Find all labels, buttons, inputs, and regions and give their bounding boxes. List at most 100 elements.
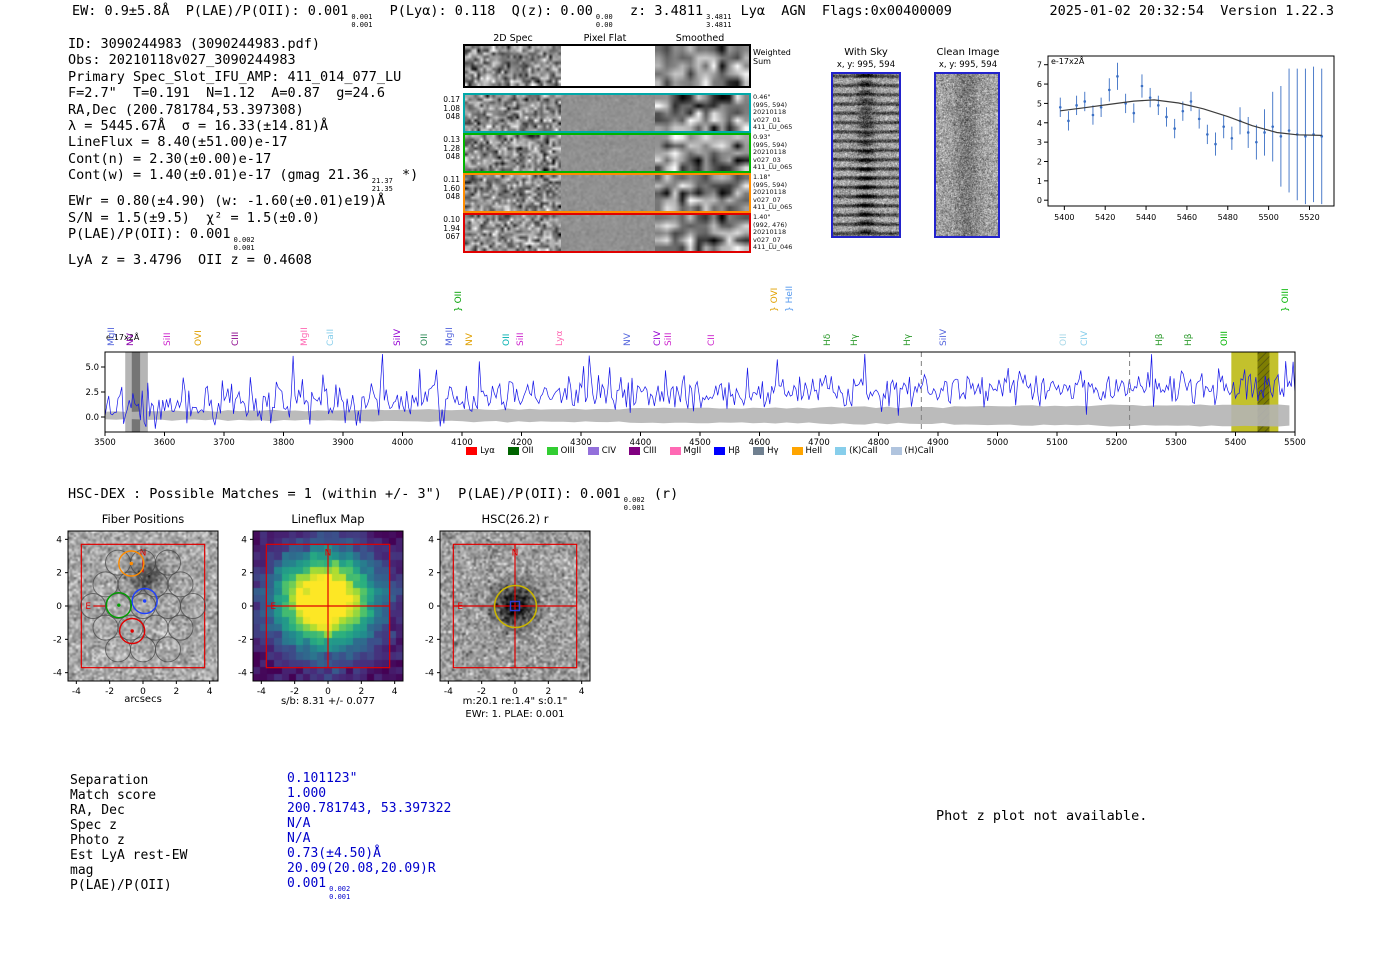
compass-east-label: E	[270, 602, 276, 612]
info-line-10: EWr = 0.80(±4.90) (w: -1.60(±0.01)e19)Å	[68, 193, 418, 209]
fiber-row-info: 1.18" (995, 594) 20210118 v027_07 411_LU_065	[753, 173, 792, 212]
timestamp-version: 2025-01-02 20:32:54 Version 1.22.3	[1049, 3, 1334, 19]
zoom-x-tick: 5500	[1258, 213, 1278, 222]
info-text: LineFlux = 8.40(±51.00)e-17	[68, 134, 288, 151]
hsc-plae-uncertainty: 0.002 0.001	[623, 496, 645, 512]
fiber-xlabel: arcsecs	[124, 694, 162, 705]
spectrum-y-tick: 0.0	[85, 413, 99, 423]
emission-line-label: } OIII	[1280, 288, 1291, 312]
zoom-y-tick: 5	[1037, 99, 1042, 108]
emission-line-label: MgII	[107, 327, 118, 346]
cutout-y-tick: 4	[241, 535, 247, 545]
spec2d-fiber-row	[463, 173, 751, 213]
stacked-uncertainty: 21.37 21.35	[371, 177, 393, 193]
legend-swatch	[507, 447, 519, 455]
info-line-12: P(LAE)/P(OII): 0.001 0.002 0.001	[68, 226, 418, 252]
lineflux_map-caption: s/b: 8.31 +/- 0.077	[280, 696, 376, 707]
clean-image-panel	[934, 72, 1000, 238]
info-text: LyA z = 3.4796 OII z = 0.4608	[68, 252, 312, 269]
legend-swatch	[669, 447, 681, 455]
fiber-row-weights: 0.10 1.94 067	[436, 215, 460, 242]
hsc_r-overlay: -4-4-2-2002244NE	[425, 530, 591, 697]
stacked-uncertainty: 0.002 0.001	[233, 236, 255, 252]
legend-item-kcaii: (K)CaII	[835, 446, 878, 456]
match-row-value: 1.000	[287, 786, 326, 802]
weighted-2d-spec-image	[465, 46, 561, 86]
match-row-label: Est LyA rest-EW	[70, 848, 188, 863]
match-value-text: 1.000	[287, 786, 327, 801]
match-row-label: Photo z	[70, 833, 125, 848]
emission-line-label: CIV	[652, 330, 663, 346]
match-row-value: N/A	[287, 816, 310, 832]
info-line-9: Cont(w) = 1.40(±0.01)e-17 (gmag 21.36 21.…	[68, 167, 418, 193]
info-text: Cont(w) = 1.40(±0.01)e-17 (gmag 21.36	[68, 167, 369, 184]
cutout-y-tick: 0	[241, 602, 247, 612]
fiber-pixel-flat-image	[561, 135, 655, 171]
info-line-2: Obs: 20210118v027_3090244983	[68, 52, 418, 68]
spec2d-col-title: 2D Spec	[493, 33, 533, 44]
legend-swatch	[587, 447, 599, 455]
fiber-pixel-flat-image	[561, 175, 655, 211]
hsc-match-text: HSC-DEX : Possible Matches = 1 (within +…	[68, 486, 621, 502]
emission-line-label: SiIV	[939, 328, 950, 346]
match-row-label: Separation	[70, 773, 149, 788]
hsc-plae-lower: 0.001	[623, 503, 645, 512]
compass-east-label: E	[457, 602, 463, 612]
fiber-row-info: 0.93" (995, 594) 20210118 v027_03 411_LU_065	[753, 133, 793, 172]
legend-label: MgII	[683, 446, 702, 456]
with-sky-image	[833, 74, 899, 236]
fiber-info-text: 411_LU_065	[753, 163, 793, 172]
fiber-row-info: 0.46" (995, 594) 20210118 v027_01 411_LU_065	[753, 93, 792, 132]
zoom-x-tick: 5420	[1095, 213, 1115, 222]
emission-line-label: Hβ	[1184, 333, 1195, 346]
emission-line-label: CII	[707, 334, 718, 346]
zoom-y-tick: 2	[1037, 157, 1042, 166]
zoom-x-tick: 5480	[1218, 213, 1238, 222]
legend-item-heii: HeII	[791, 446, 823, 456]
cutout-y-tick: -2	[425, 635, 434, 645]
info-text: Primary Spec_Slot_IFU_AMP: 411_014_077_L…	[68, 68, 402, 85]
zoom-x-tick: 5520	[1299, 213, 1319, 222]
with-sky-coords: x, y: 995, 594	[836, 60, 896, 70]
zoom-y-tick: 0	[1037, 196, 1042, 205]
emission-line-label: OIII	[1219, 330, 1230, 346]
zoom-y-tick: 1	[1037, 177, 1042, 186]
fiber-row-info: 1.40" (992, 476) 20210118 v027_07 411_LU_046	[753, 213, 792, 252]
lineflux_map-overlay: -4-4-2-2002244NE	[238, 530, 404, 697]
emission-line-label: Hβ	[1154, 333, 1165, 346]
cutout-y-tick: 0	[56, 602, 62, 612]
fiber-2d-spec-image	[465, 135, 561, 171]
emission-line-label: Hγ	[903, 333, 914, 346]
match-row-label: Match score	[70, 788, 157, 803]
detection-info-block: ID: 3090244983 (3090244983.pdf) Obs: 2021…	[68, 36, 418, 268]
zoom-spectrum-plot: 0 1 2 3 4 5 6 7 5400 5420 5440 5460 5480 5500 5520 e-17…	[1037, 55, 1335, 222]
weighted-sum-label: Weighted Sum	[753, 48, 791, 66]
cutout-y-tick: -2	[53, 635, 62, 645]
emission-line-label: SiII	[163, 332, 174, 346]
legend-label: HeII	[805, 446, 823, 456]
match-value-text: 20.09(20.08,20.09)R	[287, 861, 436, 876]
emission-line-label: CIV	[1079, 330, 1090, 346]
info-text: ID: 3090244983 (3090244983.pdf)	[68, 36, 320, 52]
fiber-weight: 048	[445, 192, 460, 201]
fiber-weight: 048	[445, 152, 460, 161]
match-value-text: 0.73(±4.50)Å	[287, 846, 381, 861]
cutout-y-tick: 2	[56, 569, 62, 579]
zoom-y-tick: 6	[1037, 80, 1042, 89]
legend-swatch	[835, 447, 847, 455]
info-line-6: λ = 5445.67Å σ = 16.33(±14.81)Å	[68, 118, 418, 134]
cutout-y-tick: -4	[53, 669, 62, 679]
header-classification-flags: Lyα AGN Flags:0x00400009	[732, 3, 952, 19]
legend-label: Hβ	[728, 446, 741, 456]
emission-line-label: OII	[1059, 333, 1070, 346]
plae-lower: 0.001	[351, 20, 373, 29]
match-row-label: mag	[70, 863, 94, 878]
full-spectrum-plot: 3500 3600 3700 3800 3900 4000 4100 4200 4300 4400…	[85, 351, 1306, 448]
emission-line-label: NV	[622, 333, 633, 346]
emission-line-label: NV	[464, 333, 475, 346]
hsc-match-band: (r)	[645, 486, 679, 502]
legend-label: (H)CaII	[904, 446, 934, 456]
spectrum-legend: Lyα OII OIII CIV CIII MgII Hβ Hγ HeII (K)CaII (H)C…	[60, 446, 1340, 456]
legend-swatch	[546, 447, 558, 455]
fiber-2d-spec-image	[465, 215, 561, 251]
